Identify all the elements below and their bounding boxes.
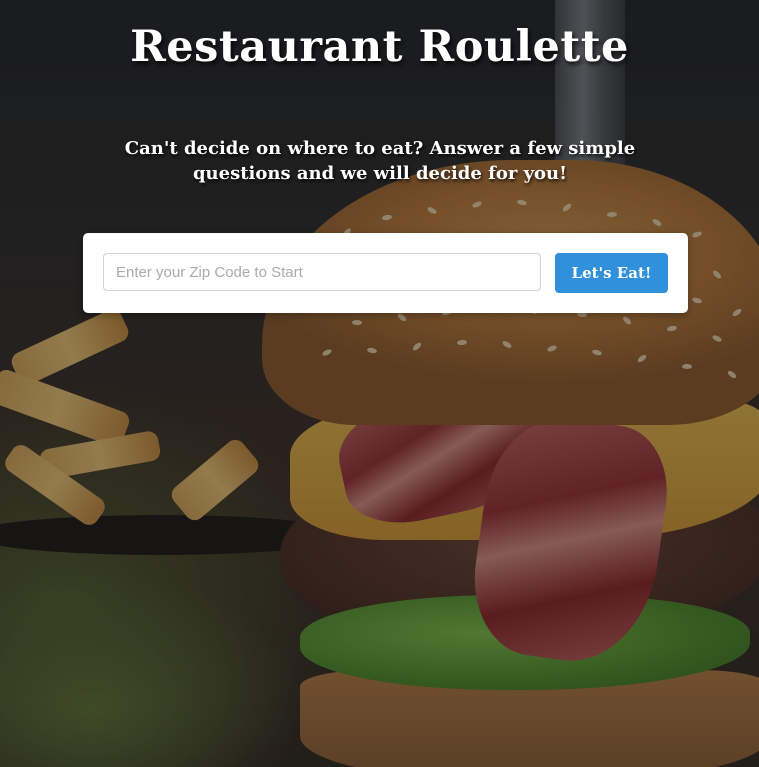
search-card: Let's Eat! xyxy=(83,233,688,313)
lets-eat-button[interactable]: Let's Eat! xyxy=(555,253,668,293)
zip-code-input[interactable] xyxy=(103,253,541,291)
page-title: Restaurant Roulette xyxy=(130,22,629,72)
dark-overlay xyxy=(0,0,759,767)
page-subtitle: Can't decide on where to eat? Answer a f… xyxy=(124,138,636,184)
background-burger-photo xyxy=(0,0,759,767)
